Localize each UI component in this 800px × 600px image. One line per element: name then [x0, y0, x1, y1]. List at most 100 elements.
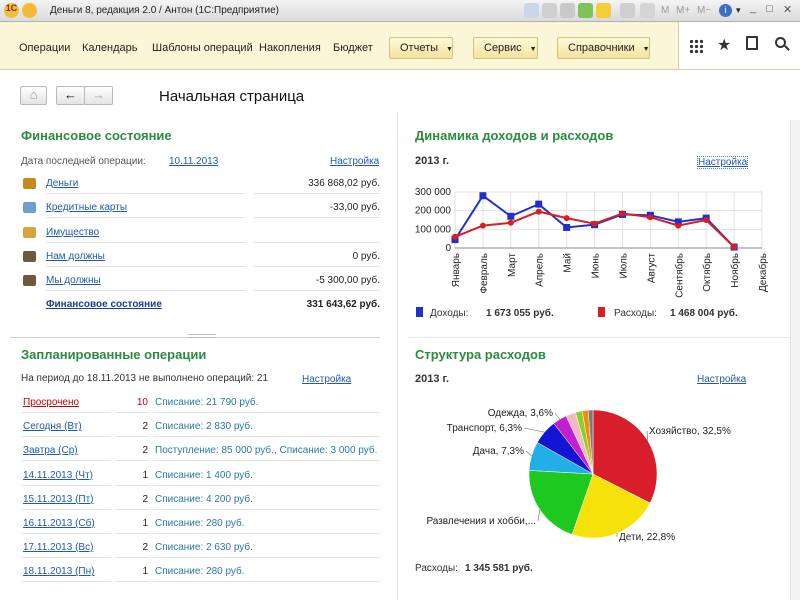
home-button[interactable]: ⌂ [20, 86, 47, 105]
expense-point [619, 210, 626, 217]
planned-row-desc[interactable]: Списание: 280 руб. [155, 566, 245, 577]
fin-row-value: 0 руб. [352, 250, 380, 262]
pie-slice-label: Дача, 7,3% [473, 446, 524, 457]
close-button[interactable]: ✕ [783, 3, 792, 16]
income-point [563, 223, 571, 231]
planned-row-desc[interactable]: Списание: 280 руб. [155, 518, 245, 529]
fin-title: Финансовое состояние [21, 128, 172, 143]
planned-row-date[interactable]: 18.11.2013 (Пн) [23, 566, 94, 577]
row-divider [46, 241, 246, 243]
pie-label-leader [537, 509, 541, 522]
memory-mminus-icon[interactable]: M− [697, 5, 711, 16]
caret-down-icon: ▼ [446, 46, 453, 53]
row-divider [21, 484, 111, 486]
minimize-button[interactable]: _ [750, 2, 756, 14]
planned-row-date[interactable]: Просрочено [23, 397, 79, 408]
person-out-icon [23, 275, 36, 287]
info-icon[interactable]: i [719, 4, 732, 17]
expense-point [563, 215, 570, 222]
struct-title: Структура расходов [415, 347, 546, 362]
chevron-down-icon[interactable]: ▾ [736, 5, 741, 16]
x-tick-label: Май [563, 253, 574, 273]
toolbar-star-icon[interactable] [596, 3, 611, 18]
menu-service-dropdown[interactable]: Сервис ▼ [473, 37, 538, 59]
toolbar-list-icon[interactable] [620, 3, 635, 18]
menu-savings[interactable]: Накопления [259, 42, 321, 54]
expense-point [675, 222, 682, 229]
menu-calendar[interactable]: Календарь [82, 42, 138, 54]
toolbar-calc-icon[interactable] [640, 3, 655, 18]
planned-row-date[interactable]: 17.11.2013 (Вс) [23, 542, 93, 553]
column-divider [397, 112, 398, 600]
y-tick-label: 100 000 [415, 224, 452, 235]
row-divider [153, 508, 380, 510]
menu-directories-dropdown[interactable]: Справочники ▼ [557, 37, 650, 59]
planned-row-date[interactable]: Сегодня (Вт) [23, 421, 82, 432]
window-titlebar: 1С Деньги 8, редакция 2.0 / Антон (1С:Пр… [0, 0, 800, 22]
tools-panel: ★ [678, 22, 800, 70]
expense-legend-value: 1 468 004 руб. [670, 308, 738, 319]
struct-settings-link[interactable]: Настройка [697, 374, 746, 385]
favorites-star-icon[interactable]: ★ [717, 35, 731, 55]
last-op-label: Дата последней операции: [21, 156, 146, 167]
memory-m-icon[interactable]: M [661, 5, 669, 16]
fin-settings-link[interactable]: Настройка [330, 156, 379, 167]
maximize-button[interactable]: □ [766, 3, 773, 15]
x-tick-label: Август [646, 253, 657, 284]
pie-slice-label: Дети, 22,8% [619, 532, 675, 543]
pie-slice-label: Развлечения и хобби,... [426, 515, 536, 527]
fin-row-value: -33,00 руб. [329, 202, 380, 214]
last-op-date-link[interactable]: 10.11.2013 [169, 156, 218, 167]
income-point [535, 200, 543, 208]
row-divider [46, 193, 246, 194]
caret-down-icon: ▼ [529, 46, 537, 53]
menu-budget[interactable]: Бюджет [333, 42, 373, 54]
menu-templates[interactable]: Шаблоны операций [152, 42, 253, 54]
income-point [479, 192, 487, 200]
menu-reports-dropdown[interactable]: Отчеты ▼ [389, 37, 453, 59]
toolbar-print-icon[interactable] [560, 3, 575, 18]
vertical-scrollbar[interactable] [790, 120, 800, 600]
back-button[interactable]: ← [56, 86, 85, 105]
planned-row-date[interactable]: 16.11.2013 (Сб) [23, 518, 95, 529]
memory-mplus-icon[interactable]: M+ [676, 5, 690, 16]
toolbar-save-icon[interactable] [542, 3, 557, 18]
pie-slice-label: Хозяйство, 32,5% [649, 426, 731, 437]
splitter-handle[interactable] [188, 334, 216, 338]
planned-row-desc[interactable]: Списание: 21 790 руб. [155, 397, 258, 408]
planned-settings-link[interactable]: Настройка [302, 374, 351, 385]
history-icon[interactable] [746, 36, 758, 50]
toolbar-home-icon[interactable] [524, 3, 539, 18]
fin-total-link[interactable]: Финансовое состояние [46, 299, 162, 310]
window-menu-icon[interactable] [22, 3, 37, 18]
house-icon [23, 226, 36, 238]
row-divider [46, 217, 246, 219]
menu-operations[interactable]: Операции [19, 42, 70, 54]
pie-label-leader [646, 430, 648, 441]
fin-row-link[interactable]: Нам должны [46, 251, 105, 262]
planned-row-date[interactable]: 14.11.2013 (Чт) [23, 470, 93, 481]
x-tick-label: Январь [451, 253, 462, 287]
fin-row-value: -5 300,00 руб. [315, 275, 380, 287]
forward-button[interactable]: → [84, 86, 113, 105]
planned-row-date[interactable]: 15.11.2013 (Пт) [23, 494, 94, 505]
planned-row-date[interactable]: Завтра (Ср) [23, 445, 78, 456]
fin-row-link[interactable]: Кредитные карты [46, 202, 127, 213]
income-legend-value: 1 673 055 руб. [486, 308, 554, 319]
planned-row-desc[interactable]: Списание: 4 200 руб. [155, 494, 253, 505]
fin-row-link[interactable]: Мы должны [46, 275, 101, 286]
fin-row-link[interactable]: Имущество [46, 227, 99, 238]
toolbar-refresh-icon[interactable] [578, 3, 593, 18]
row-divider [21, 412, 111, 413]
fin-row-link[interactable]: Деньги [46, 178, 78, 189]
planned-row-desc[interactable]: Списание: 1 400 руб. [155, 470, 253, 481]
dyn-settings-link[interactable]: Настройка [697, 156, 749, 169]
planned-row-desc[interactable]: Поступление: 85 000 руб., Списание: 3 00… [155, 445, 377, 456]
menu-reports-label: Отчеты [400, 42, 439, 54]
planned-row-desc[interactable]: Списание: 2 630 руб. [155, 542, 253, 553]
planned-row-desc[interactable]: Списание: 2 830 руб. [155, 421, 253, 432]
apps-grid-icon[interactable] [689, 39, 703, 53]
x-tick-label: Апрель [535, 253, 546, 287]
x-tick-label: Декабрь [757, 253, 769, 292]
window-title: Деньги 8, редакция 2.0 / Антон (1С:Предп… [50, 5, 279, 16]
